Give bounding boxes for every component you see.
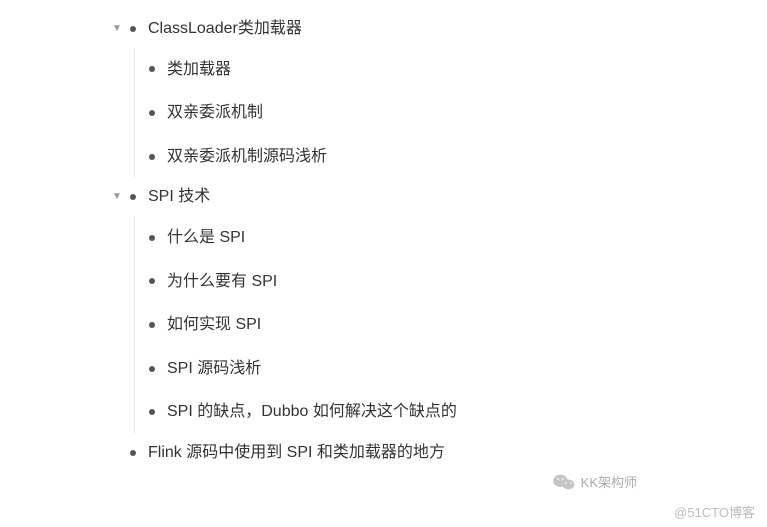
tree-node-label: SPI 的缺点，Dubbo 如何解决这个缺点的: [167, 399, 457, 425]
tree-node-label: 双亲委派机制: [167, 100, 263, 126]
tree-node-row[interactable]: ▼ ClassLoader类加载器: [110, 10, 767, 48]
bullet-icon: [130, 194, 136, 200]
wechat-icon: [553, 473, 575, 491]
bullet-icon: [149, 110, 155, 116]
tree-node-row[interactable]: 如何实现 SPI: [149, 303, 767, 347]
tree-node-label: 如何实现 SPI: [167, 312, 261, 338]
corner-watermark: @51CTO博客: [674, 502, 755, 521]
bullet-icon: [149, 278, 155, 284]
bullet-icon: [149, 409, 155, 415]
tree-node-label: 双亲委派机制源码浅析: [167, 144, 327, 170]
tree-node: ▼ SPI 技术 什么是 SPI 为什么要有 SPI 如何实现 SPI SPI …: [110, 178, 767, 434]
tree-node-label: SPI 源码浅析: [167, 356, 261, 382]
bullet-icon: [149, 154, 155, 160]
bullet-icon: [149, 366, 155, 372]
tree-node-label: 为什么要有 SPI: [167, 269, 277, 295]
tree-node-row[interactable]: SPI 的缺点，Dubbo 如何解决这个缺点的: [149, 390, 767, 434]
tree-node-label: 类加载器: [167, 57, 231, 83]
caret-down-icon[interactable]: ▼: [110, 190, 124, 204]
wechat-label: KK架构师: [581, 472, 637, 491]
tree-node-row[interactable]: 类加载器: [149, 48, 767, 92]
caret-down-icon[interactable]: ▼: [110, 22, 124, 36]
tree-node-label: 什么是 SPI: [167, 225, 245, 251]
tree-node-label: Flink 源码中使用到 SPI 和类加载器的地方: [148, 440, 445, 466]
tree-node-row[interactable]: 为什么要有 SPI: [149, 260, 767, 304]
tree-node-row[interactable]: Flink 源码中使用到 SPI 和类加载器的地方: [110, 434, 767, 472]
bullet-icon: [130, 450, 136, 456]
tree-node: ▼ ClassLoader类加载器 类加载器 双亲委派机制 双亲委派机制源码浅析: [110, 10, 767, 178]
bullet-icon: [149, 66, 155, 72]
tree-node-row[interactable]: SPI 源码浅析: [149, 347, 767, 391]
wechat-watermark: KK架构师: [553, 472, 637, 491]
tree-node-row[interactable]: ▼ SPI 技术: [110, 178, 767, 216]
tree-node: Flink 源码中使用到 SPI 和类加载器的地方: [110, 434, 767, 472]
tree-node-label: ClassLoader类加载器: [148, 16, 302, 42]
outline-tree: ▼ ClassLoader类加载器 类加载器 双亲委派机制 双亲委派机制源码浅析…: [0, 0, 767, 472]
tree-node-row[interactable]: 双亲委派机制源码浅析: [149, 135, 767, 179]
tree-node-row[interactable]: 双亲委派机制: [149, 91, 767, 135]
tree-node-label: SPI 技术: [148, 184, 210, 210]
bullet-icon: [149, 235, 155, 241]
tree-children: 什么是 SPI 为什么要有 SPI 如何实现 SPI SPI 源码浅析 SPI …: [134, 216, 767, 434]
tree-node-row[interactable]: 什么是 SPI: [149, 216, 767, 260]
bullet-icon: [149, 322, 155, 328]
bullet-icon: [130, 26, 136, 32]
tree-children: 类加载器 双亲委派机制 双亲委派机制源码浅析: [134, 48, 767, 179]
